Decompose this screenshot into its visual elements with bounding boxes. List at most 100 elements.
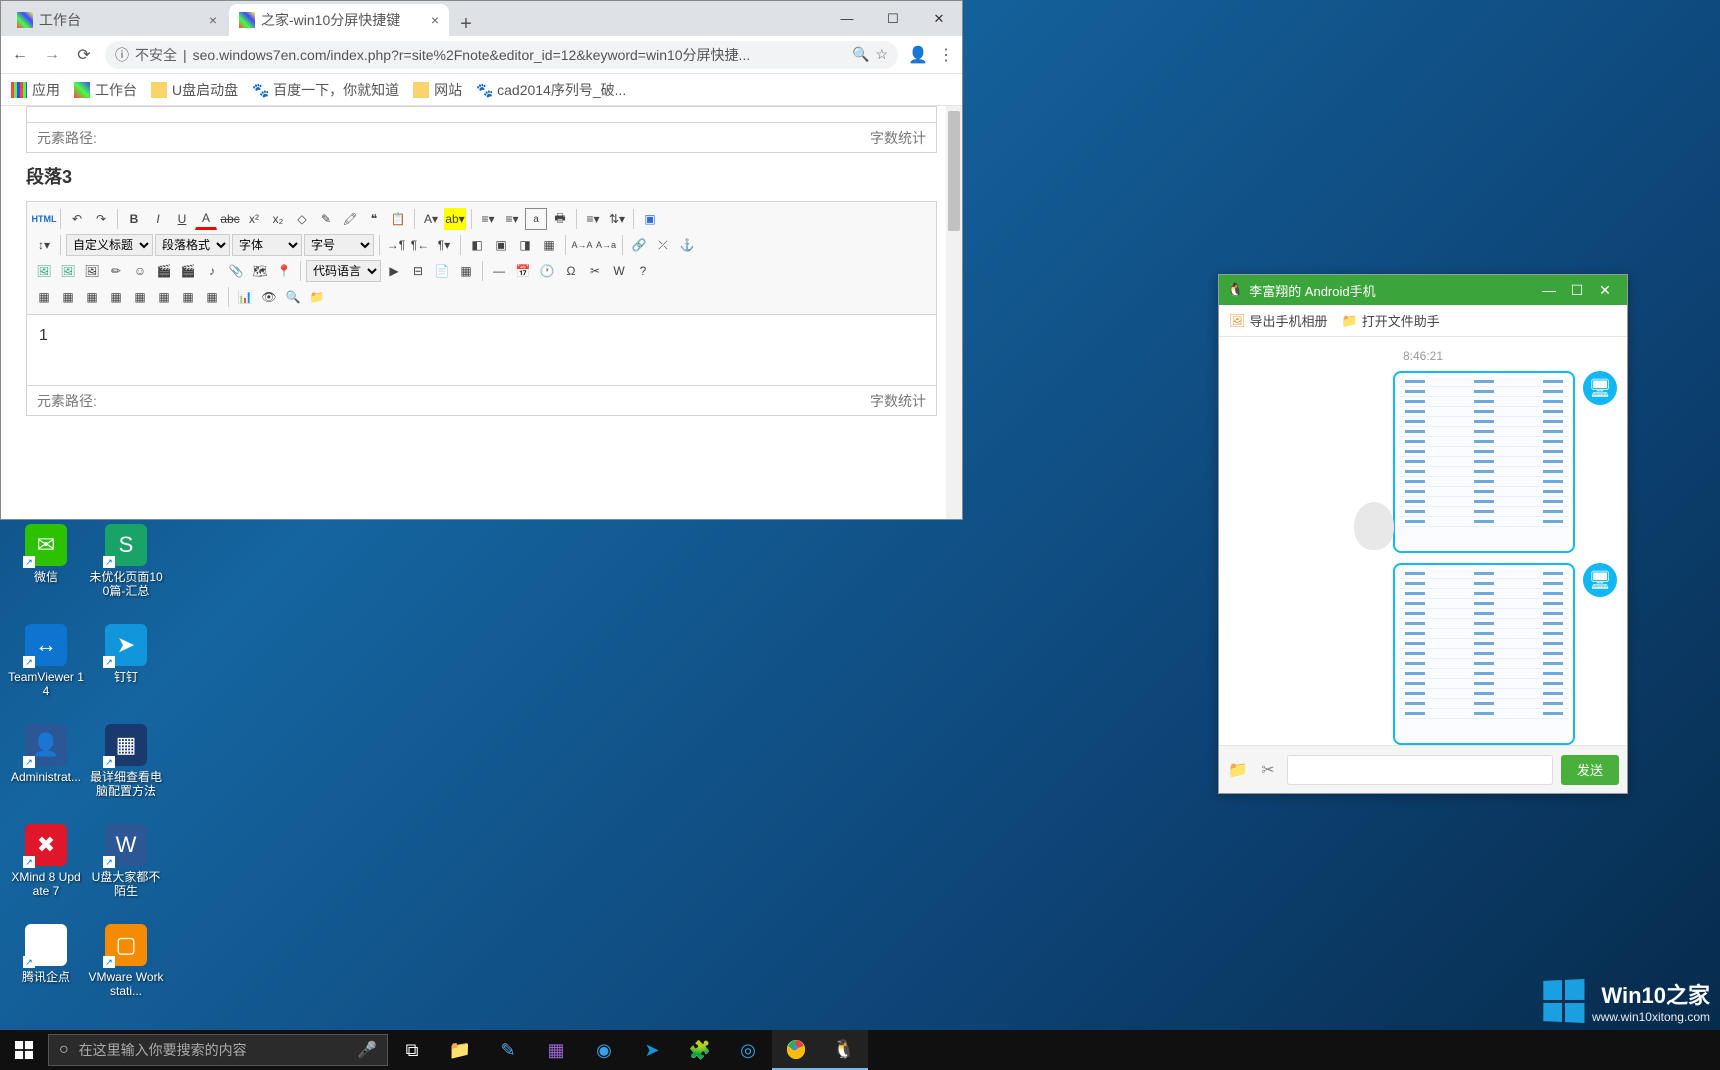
scrollbar[interactable]	[946, 106, 962, 519]
ul-button[interactable]: ≡▾	[477, 208, 499, 230]
bookmark-item[interactable]: 🐾 百度一下，你就知道	[252, 80, 399, 100]
snapscreen-button[interactable]: ✂	[584, 260, 606, 282]
formatmatch-button[interactable]: ✎	[315, 208, 337, 230]
search-button[interactable]: 🔍	[282, 286, 304, 308]
pen-icon[interactable]: ✎	[484, 1030, 532, 1070]
img-right-button[interactable]: ◨	[514, 234, 536, 256]
taskview-button[interactable]: ⧉	[388, 1030, 436, 1070]
bookmark-item[interactable]: 工作台	[74, 80, 137, 100]
chart-button[interactable]: 📊	[234, 286, 256, 308]
delete-col-button[interactable]: ▦	[153, 286, 175, 308]
explorer-icon[interactable]: 📁	[436, 1030, 484, 1070]
subscript-button[interactable]: x₂	[267, 208, 289, 230]
desktop-icon[interactable]: S↗未优化页面100篇-汇总	[86, 520, 166, 620]
print-button[interactable]: 🖶	[549, 208, 571, 230]
bookmark-item[interactable]: U盘启动盘	[151, 80, 238, 100]
fontsize-select[interactable]: 字号	[304, 234, 374, 256]
desktop-icon[interactable]: ✖↗XMind 8 Update 7	[6, 820, 86, 920]
wordimage-button[interactable]: W	[608, 260, 630, 282]
emotion-button[interactable]: ☺	[129, 260, 151, 282]
desktop-icon[interactable]: W↗U盘大家都不陌生	[86, 820, 166, 920]
attach-button[interactable]: 📎	[225, 260, 247, 282]
html-button[interactable]: HTML	[33, 208, 55, 230]
search-icon[interactable]: 🔍	[852, 46, 869, 63]
minimize-button[interactable]: —	[824, 1, 870, 36]
img-left-button[interactable]: ◧	[466, 234, 488, 256]
desktop-icon[interactable]: ▦↗最详细查看电脑配置方法	[86, 720, 166, 820]
tab-1[interactable]: 工作台 ×	[7, 4, 227, 36]
qq-titlebar[interactable]: 🐧 李富翔的 Android手机 — ☐ ✕	[1219, 275, 1627, 305]
paragraph-format-select[interactable]: 段落格式	[155, 234, 230, 256]
eraser-button[interactable]: ◇	[291, 208, 313, 230]
app-icon[interactable]: ▦	[532, 1030, 580, 1070]
apps-button[interactable]: 应用	[11, 80, 60, 100]
drafts-button[interactable]: 📁	[306, 286, 328, 308]
code-button[interactable]: ▶	[383, 260, 405, 282]
selectall-button[interactable]: a	[525, 208, 547, 230]
scrollbar-thumb[interactable]	[948, 111, 960, 231]
music-button[interactable]: ♪	[201, 260, 223, 282]
blockquote-button[interactable]: ❝	[363, 208, 385, 230]
message-bubble[interactable]	[1393, 371, 1575, 553]
custom-title-select[interactable]: 自定义标题	[66, 234, 153, 256]
bookmark-item[interactable]: 🐾 cad2014序列号_破...	[476, 80, 626, 100]
underline-button[interactable]: U	[171, 208, 193, 230]
map-button[interactable]: 🗺	[249, 260, 271, 282]
desktop-icon[interactable]: ↔↗TeamViewer 14	[6, 620, 86, 720]
desktop-icon[interactable]: ➤↗钉钉	[86, 620, 166, 720]
table-button[interactable]: ▦	[33, 286, 55, 308]
app-icon[interactable]: ◎	[724, 1030, 772, 1070]
link-button[interactable]: 🔗	[628, 234, 650, 256]
export-album-button[interactable]: 🖼 导出手机相册	[1229, 311, 1328, 330]
hr-button[interactable]: —	[488, 260, 510, 282]
highlight-button[interactable]: 🖍	[339, 208, 361, 230]
word-count-label[interactable]: 字数统计	[870, 128, 926, 148]
dir-button[interactable]: ¶▾	[433, 234, 455, 256]
app-icon[interactable]: ➤	[628, 1030, 676, 1070]
new-tab-button[interactable]: +	[451, 13, 481, 36]
desktop-icon[interactable]: ✉↗微信	[6, 520, 86, 620]
spacing-button[interactable]: ⇅▾	[606, 208, 628, 230]
search-input[interactable]	[79, 1042, 347, 1058]
font-select[interactable]: 字体	[232, 234, 302, 256]
app-icon[interactable]: ◉	[580, 1030, 628, 1070]
template-button[interactable]: 📄	[431, 260, 453, 282]
qq-taskbar-icon[interactable]: 🐧	[820, 1030, 868, 1070]
pasteplain-button[interactable]: 📋	[387, 208, 409, 230]
touppercase-button[interactable]: A→A	[571, 234, 593, 256]
help-button[interactable]: ?	[632, 260, 654, 282]
chrome-icon[interactable]	[772, 1030, 820, 1070]
redo-button[interactable]: ↷	[90, 208, 112, 230]
avatar-icon[interactable]: 🖥	[1583, 371, 1617, 405]
time-button[interactable]: 🕐	[536, 260, 558, 282]
bookmark-item[interactable]: 网站	[413, 80, 462, 100]
indent-button[interactable]: →¶	[385, 234, 407, 256]
send-button[interactable]: 发送	[1561, 755, 1619, 785]
insert-col-button[interactable]: ▦	[129, 286, 151, 308]
background-button[interactable]: ▦	[455, 260, 477, 282]
video2-button[interactable]: 🎬	[177, 260, 199, 282]
image2-button[interactable]: 🖼	[57, 260, 79, 282]
img-none-button[interactable]: ▦	[538, 234, 560, 256]
tab-2-active[interactable]: 之家-win10分屏快捷键 ×	[229, 4, 449, 36]
fontcolor-button[interactable]: A▾	[420, 208, 442, 230]
spechar-button[interactable]: Ω	[560, 260, 582, 282]
pagebreak-button[interactable]: ⊟	[407, 260, 429, 282]
desktop-icon[interactable]: 👤↗Administrat...	[6, 720, 86, 820]
forecolor-button[interactable]: A	[195, 208, 217, 230]
table-del-button[interactable]: ▦	[57, 286, 79, 308]
search-box[interactable]: ○ 🎤	[48, 1034, 388, 1066]
scissors-icon[interactable]: ✂	[1257, 759, 1279, 781]
word-count-label[interactable]: 字数统计	[870, 391, 926, 411]
gmap-button[interactable]: 📍	[273, 260, 295, 282]
image-button[interactable]: 🖼	[33, 260, 55, 282]
back-button[interactable]: ←	[9, 44, 31, 66]
editor-content[interactable]: 1	[27, 315, 936, 385]
outdent-button[interactable]: ¶←	[409, 234, 431, 256]
omnibox[interactable]: ⓘ 不安全 | seo.windows7en.com/index.php?r=s…	[105, 41, 898, 69]
forward-button[interactable]: →	[41, 44, 63, 66]
split-cells-button[interactable]: ▦	[201, 286, 223, 308]
fullscreen-button[interactable]: ▣	[639, 208, 661, 230]
app-icon[interactable]: 🧩	[676, 1030, 724, 1070]
bold-button[interactable]: B	[123, 208, 145, 230]
